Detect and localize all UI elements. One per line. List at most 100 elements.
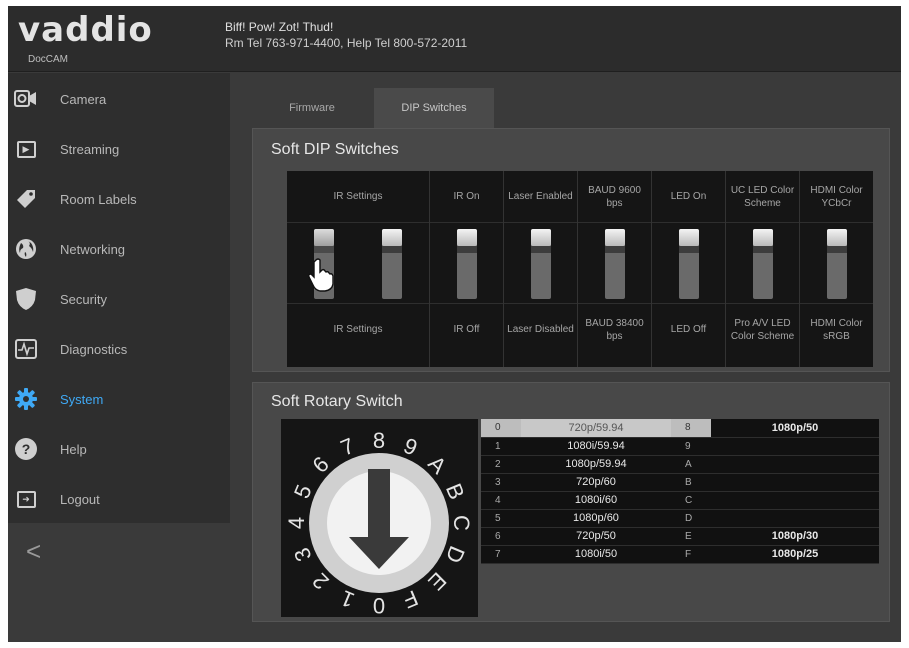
table-row[interactable]: 5 1080p/60 D <box>481 509 879 528</box>
video-resolution <box>711 509 879 528</box>
dial-label: B <box>441 480 470 503</box>
dip-column-baud: BAUD 9600 bps BAUD 38400 bps <box>577 171 651 367</box>
dip-switch-led[interactable] <box>679 229 699 299</box>
dial-label: 5 <box>289 481 317 502</box>
dip-off-label: Laser Disabled <box>504 303 577 355</box>
sidebar-item-system[interactable]: System <box>8 375 230 423</box>
table-row[interactable]: 4 1080i/60 C <box>481 491 879 510</box>
dip-switch-grid: IR Settings IR Settings IR On IR Off Las… <box>287 171 873 367</box>
sidebar-item-diagnostics[interactable]: Diagnostics <box>8 325 230 373</box>
sidebar-item-streaming[interactable]: ▶ Streaming <box>8 125 230 173</box>
table-row[interactable]: 7 1080i/50 F 1080p/25 <box>481 545 879 564</box>
dip-on-label: IR Settings <box>287 171 429 223</box>
switch-position: 7 <box>481 545 521 564</box>
switch-position: 9 <box>671 437 711 456</box>
sidebar-item-label: Logout <box>60 491 100 507</box>
rotary-dial[interactable]: 0123456789ABCDEF <box>281 419 478 617</box>
dip-on-label: UC LED Color Scheme <box>726 171 799 223</box>
pulse-icon <box>14 337 38 361</box>
shield-icon <box>14 287 38 311</box>
product-name: DocCAM <box>28 54 69 65</box>
sidebar-item-room-labels[interactable]: Room Labels <box>8 175 230 223</box>
video-resolution: 720p/60 <box>521 473 671 492</box>
tab-firmware[interactable]: Firmware <box>252 88 372 128</box>
video-resolution <box>711 473 879 492</box>
dip-switch-ir-settings-2[interactable] <box>382 229 402 299</box>
sidebar-item-label: Streaming <box>60 141 120 157</box>
switch-position: 0 <box>481 419 521 438</box>
sidebar-item-label: Room Labels <box>60 191 137 207</box>
vaddio-logo[interactable]: vaddio <box>18 10 153 50</box>
room-label: Biff! Pow! Zot! Thud! <box>225 20 334 34</box>
dip-switch-led-color[interactable] <box>753 229 773 299</box>
switch-position: B <box>671 473 711 492</box>
dial-label: 4 <box>284 517 309 529</box>
sidebar-item-label: Camera <box>60 91 107 107</box>
sidebar-item-label: Help <box>60 441 87 457</box>
video-resolution <box>711 437 879 456</box>
table-row[interactable]: 0 720p/59.94 8 1080p/50 <box>481 419 879 438</box>
gear-icon <box>14 387 38 411</box>
dip-switch-panel: Soft DIP Switches IR Settings IR Setting… <box>252 128 890 372</box>
video-resolution: 720p/59.94 <box>521 419 671 438</box>
hand-cursor-icon <box>308 258 334 292</box>
video-resolution <box>711 491 879 510</box>
dip-off-label: Pro A/V LED Color Scheme <box>726 303 799 355</box>
sidebar-item-label: Security <box>60 291 107 307</box>
dip-off-label: BAUD 38400 bps <box>578 303 651 355</box>
video-resolution: 1080p/25 <box>711 545 879 564</box>
dip-off-label: IR Off <box>430 303 503 355</box>
sidebar-item-camera[interactable]: Camera <box>8 75 230 123</box>
table-row[interactable]: 1 1080i/59.94 9 <box>481 437 879 456</box>
help-icon: ? <box>14 437 38 461</box>
dial-label: 3 <box>289 544 317 565</box>
app-window: vaddio DocCAM Biff! Pow! Zot! Thud! Rm T… <box>8 6 901 642</box>
rotary-table: 0 720p/59.94 8 1080p/50 1 1080i/59.94 9 2 1080p/… <box>481 419 879 564</box>
switch-position: 1 <box>481 437 521 456</box>
sidebar-item-label: Diagnostics <box>60 341 128 357</box>
video-resolution: 1080i/59.94 <box>521 437 671 456</box>
dial-label: C <box>449 515 474 531</box>
dial-label: 0 <box>373 593 385 617</box>
tab-dip-switches[interactable]: DIP Switches <box>374 88 494 128</box>
table-row[interactable]: 6 720p/50 E 1080p/30 <box>481 527 879 546</box>
video-resolution: 1080p/59.94 <box>521 455 671 474</box>
dip-switch-laser[interactable] <box>531 229 551 299</box>
sidebar: Camera ▶ Streaming Room Labels Networkin… <box>8 73 230 523</box>
video-resolution: 720p/50 <box>521 527 671 546</box>
rotary-dial-graphic: 01234567 8 9ABCDEF <box>284 428 474 617</box>
video-resolution: 1080p/50 <box>711 419 879 438</box>
dip-on-label: BAUD 9600 bps <box>578 171 651 223</box>
help-glyph: ? <box>15 438 37 460</box>
play-icon: ▶ <box>14 137 38 161</box>
dip-column-laser: Laser Enabled Laser Disabled <box>503 171 577 367</box>
table-row[interactable]: 2 1080p/59.94 A <box>481 455 879 474</box>
switch-position: 5 <box>481 509 521 528</box>
video-resolution: 1080i/60 <box>521 491 671 510</box>
dial-label: 1 <box>337 585 358 613</box>
switch-position: 8 <box>671 419 711 438</box>
dial-label: F <box>400 585 422 613</box>
dip-off-label: HDMI Color sRGB <box>800 303 873 355</box>
switch-position: C <box>671 491 711 510</box>
dial-label: 7 <box>337 433 358 461</box>
sidebar-item-help[interactable]: ? Help <box>8 425 230 473</box>
switch-position: 4 <box>481 491 521 510</box>
sidebar-item-security[interactable]: Security <box>8 275 230 323</box>
camera-icon <box>14 87 38 111</box>
switch-position: E <box>671 527 711 546</box>
dip-off-label: IR Settings <box>287 303 429 355</box>
dip-column-led-color: UC LED Color Scheme Pro A/V LED Color Sc… <box>725 171 799 367</box>
dip-switch-hdmi-color[interactable] <box>827 229 847 299</box>
switch-position: 2 <box>481 455 521 474</box>
sidebar-item-label: System <box>60 391 104 407</box>
dial-label: 9 <box>400 433 421 461</box>
panel-title: Soft DIP Switches <box>271 141 399 158</box>
sidebar-item-logout[interactable]: ➜ Logout <box>8 475 230 523</box>
dip-switch-baud[interactable] <box>605 229 625 299</box>
dip-switch-ir[interactable] <box>457 229 477 299</box>
table-row[interactable]: 3 720p/60 B <box>481 473 879 492</box>
sidebar-item-networking[interactable]: Networking <box>8 225 230 273</box>
video-resolution: 1080p/30 <box>711 527 879 546</box>
collapse-sidebar-button[interactable]: < <box>26 536 41 567</box>
